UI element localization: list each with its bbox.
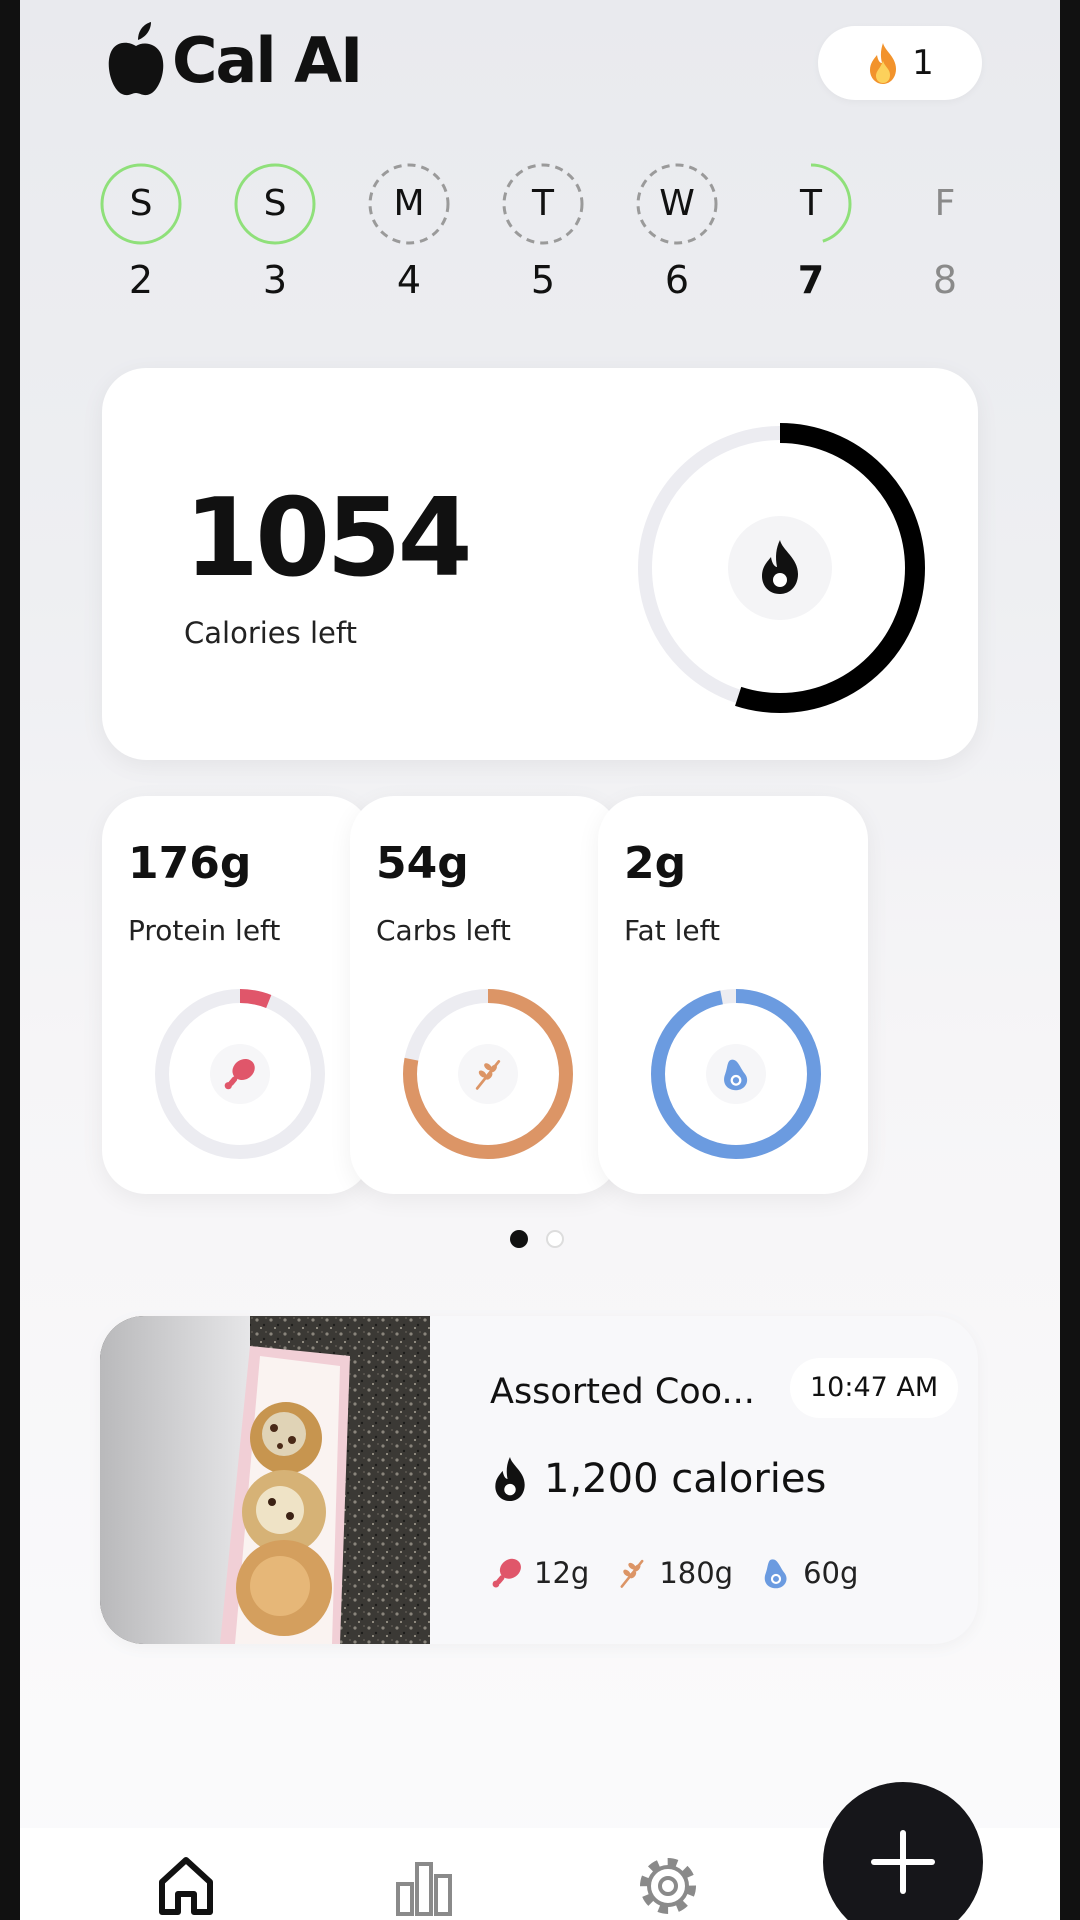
plus-icon [871, 1830, 935, 1894]
page-dot[interactable] [546, 1230, 564, 1248]
avocado-icon [764, 1559, 787, 1589]
day-letter: W [659, 183, 695, 224]
day-ring: T [769, 162, 853, 246]
food-name: Assorted Coo... [490, 1372, 755, 1412]
food-protein-value: 12g [534, 1556, 590, 1590]
page-dot-active[interactable] [510, 1230, 528, 1248]
day-5[interactable]: T7 [766, 162, 856, 302]
streak-badge[interactable]: 1 [818, 26, 982, 100]
day-letter: M [393, 183, 425, 224]
chart-icon[interactable] [392, 1854, 456, 1918]
day-date: 5 [530, 258, 556, 302]
food-time-badge: 10:47 AM [790, 1358, 959, 1418]
day-2[interactable]: M4 [364, 162, 454, 302]
add-food-button[interactable] [823, 1782, 983, 1920]
macro-progress-ring [403, 989, 573, 1159]
day-1[interactable]: S3 [230, 162, 320, 302]
week-selector: S2S3M4T5W6T7F8 [96, 162, 996, 312]
day-letter: F [934, 183, 956, 224]
day-ring: S [99, 162, 183, 246]
day-date: 8 [932, 258, 958, 302]
app-header: Cal AI [104, 20, 363, 100]
day-date: 6 [664, 258, 690, 302]
macro-value: 54g [376, 838, 469, 889]
macro-value: 176g [128, 838, 252, 889]
macro-value: 2g [624, 838, 687, 889]
day-letter: T [532, 183, 554, 224]
day-0[interactable]: S2 [96, 162, 186, 302]
day-ring: T [501, 162, 585, 246]
food-log-item[interactable]: Assorted Coo... 10:47 AM 1,200 calories … [100, 1316, 978, 1644]
day-letter: S [129, 183, 153, 224]
calories-left-label: Calories left [184, 616, 357, 650]
day-ring: S [233, 162, 317, 246]
food-macros-row: 12g 180g 60g [490, 1556, 884, 1590]
food-protein: 12g [490, 1556, 589, 1590]
apple-logo-icon [108, 22, 164, 96]
app-screen: Cal AI 1 S2S3M4T5W6T7F8 1054 Calories le… [20, 0, 1060, 1920]
day-6[interactable]: F8 [900, 162, 990, 302]
fire-icon [870, 43, 897, 84]
calories-card[interactable]: 1054 Calories left [102, 368, 978, 760]
drumstick-icon [492, 1558, 521, 1588]
day-date: 4 [396, 258, 422, 302]
macro-progress-ring [155, 989, 325, 1159]
settings-icon[interactable] [636, 1854, 700, 1918]
macro-label: Fat left [624, 914, 720, 947]
calories-progress-ring [635, 423, 925, 713]
day-date: 3 [262, 258, 288, 302]
calories-left-value: 1054 [184, 476, 473, 601]
day-letter: S [263, 183, 287, 224]
day-ring: F [903, 162, 987, 246]
macro-label: Protein left [128, 914, 281, 947]
day-date: 7 [797, 258, 825, 302]
home-icon[interactable] [154, 1854, 218, 1918]
app-title: Cal AI [172, 23, 363, 97]
food-carbs-value: 180g [659, 1556, 734, 1590]
macro-card-carbs[interactable]: 54g Carbs left [350, 796, 620, 1194]
day-4[interactable]: W6 [632, 162, 722, 302]
day-ring: W [635, 162, 719, 246]
streak-count: 1 [912, 43, 934, 83]
food-calories: 1,200 calories [544, 1456, 827, 1502]
page-indicator[interactable] [510, 1230, 564, 1248]
macro-progress-ring [651, 989, 821, 1159]
macro-label: Carbs left [376, 914, 511, 947]
flame-icon [495, 1457, 525, 1501]
food-fat-value: 60g [803, 1556, 859, 1590]
wheat-icon [620, 1559, 644, 1588]
day-ring: M [367, 162, 451, 246]
food-fat: 60g [759, 1556, 858, 1590]
macro-card-fat[interactable]: 2g Fat left [598, 796, 868, 1194]
food-calories-row: 1,200 calories [490, 1456, 826, 1502]
food-photo [100, 1316, 430, 1644]
macro-card-protein[interactable]: 176g Protein left [102, 796, 372, 1194]
food-carbs: 180g [615, 1556, 733, 1590]
day-3[interactable]: T5 [498, 162, 588, 302]
day-letter: T [800, 183, 822, 224]
day-date: 2 [128, 258, 154, 302]
